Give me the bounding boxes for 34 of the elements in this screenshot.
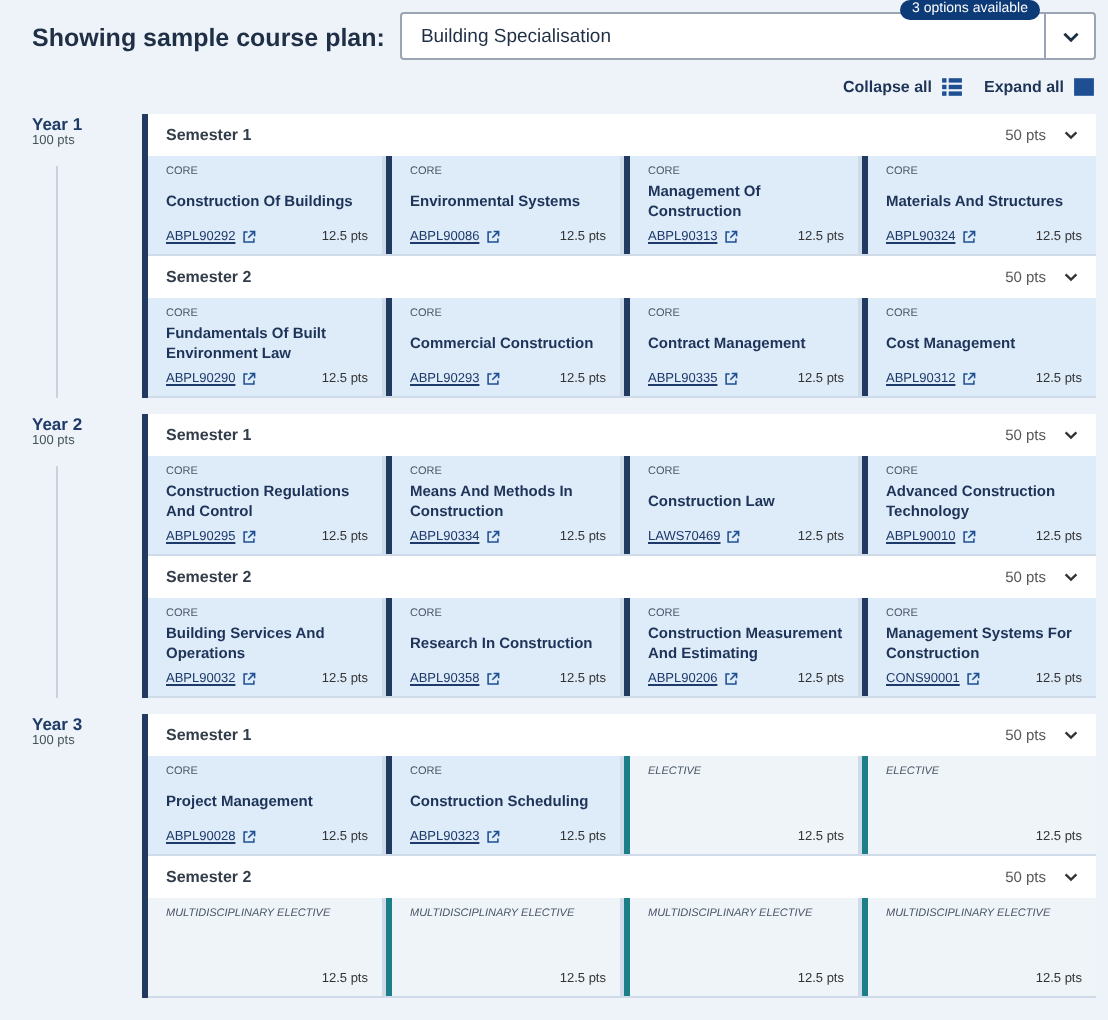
plan-select[interactable]: Building Specialisation bbox=[400, 12, 1096, 60]
external-link-icon bbox=[241, 529, 256, 543]
external-link-icon bbox=[485, 529, 500, 543]
external-link-icon bbox=[726, 529, 741, 543]
semester-label: Semester 2 bbox=[166, 268, 254, 286]
external-link-icon bbox=[961, 229, 976, 243]
square-icon bbox=[1072, 75, 1096, 97]
year-label: Year 1 bbox=[32, 114, 85, 134]
expand-all-button[interactable]: Expand all bbox=[983, 75, 1096, 97]
external-link-icon bbox=[723, 671, 738, 685]
collapse-all-button[interactable]: Collapse all bbox=[843, 75, 964, 97]
semester-label: Semester 1 bbox=[166, 426, 254, 444]
external-link-icon bbox=[961, 371, 976, 385]
list-icon bbox=[939, 75, 964, 97]
year-label: Year 2 bbox=[32, 414, 85, 434]
semester-label: Semester 2 bbox=[166, 568, 254, 586]
semester-label: Semester 1 bbox=[166, 726, 254, 744]
external-link-icon bbox=[241, 671, 256, 685]
external-link-icon bbox=[965, 671, 980, 685]
plan-label: Showing sample course plan: bbox=[32, 24, 385, 52]
semester-label: Semester 2 bbox=[166, 868, 254, 886]
semester-label: Semester 1 bbox=[166, 126, 254, 144]
external-link-icon bbox=[723, 229, 738, 243]
external-link-icon bbox=[485, 371, 500, 385]
select-value: Building Specialisation bbox=[418, 25, 613, 47]
external-link-icon bbox=[485, 671, 500, 685]
external-link-icon bbox=[241, 829, 256, 843]
external-link-icon bbox=[961, 529, 976, 543]
external-link-icon bbox=[723, 371, 738, 385]
external-link-icon bbox=[241, 229, 256, 243]
external-link-icon bbox=[485, 229, 500, 243]
year-label: Year 3 bbox=[32, 714, 85, 734]
external-link-icon bbox=[241, 371, 256, 385]
external-link-icon bbox=[485, 829, 500, 843]
